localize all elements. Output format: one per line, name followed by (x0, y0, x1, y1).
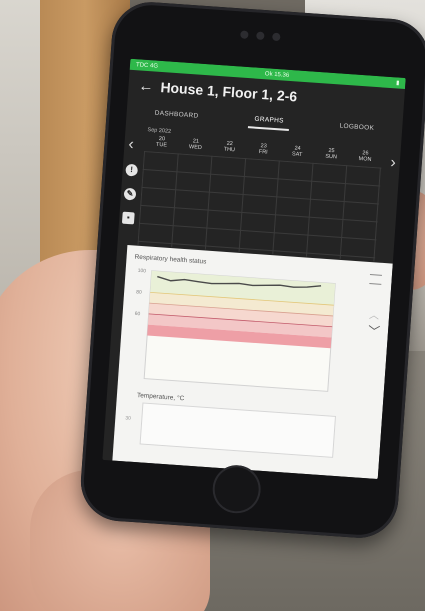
day-column[interactable]: 24 SAT (280, 144, 315, 158)
clock-label: Ok 15.36 (264, 70, 290, 79)
month-label: Sep 2022 (147, 127, 172, 135)
chevron-up-icon[interactable]: ︿ (369, 306, 380, 322)
pencil-icon[interactable]: ✎ (123, 187, 137, 201)
phone-screen: TDC 4G Ok 15.36 ▮ ← House 1, Floor 1, 2-… (102, 58, 406, 480)
respiratory-chart: 100 80 60 (134, 268, 336, 392)
chevron-right-icon[interactable]: › (390, 154, 397, 172)
calendar-week: ‹ › Sep 2022 20 TUE 21 WED 22 THU 23 FRI 24 S… (118, 124, 402, 263)
temperature-tick: 30 (125, 415, 132, 422)
home-button[interactable] (211, 463, 263, 515)
day-column[interactable]: 25 SUN (314, 147, 349, 161)
day-column[interactable]: 20 TUE (144, 135, 179, 149)
y-tick-label: 100 (137, 268, 146, 275)
carrier-label: TDC 4G (135, 61, 159, 70)
page-title: House 1, Floor 1, 2-6 (159, 78, 298, 105)
checkbox-icon[interactable]: ▪ (121, 211, 135, 225)
filter-icon[interactable] (369, 274, 382, 285)
day-column[interactable]: 22 THU (212, 140, 247, 154)
y-tick-label: 60 (134, 311, 140, 317)
smartphone: TDC 4G Ok 15.36 ▮ ← House 1, Floor 1, 2-… (78, 0, 425, 541)
tab-graphs[interactable]: GRAPHS (247, 110, 291, 131)
day-column[interactable]: 21 WED (178, 137, 213, 151)
graph-panel: Respiratory health status ︿ ﹀ 100 80 60 Te… (112, 245, 393, 480)
chart-title: Respiratory health status (134, 253, 207, 266)
chevron-down-icon[interactable]: ﹀ (367, 322, 381, 340)
battery-icon: ▮ (395, 80, 400, 87)
temperature-chart (139, 402, 337, 458)
side-toolbar: ! ✎ ▪ (121, 163, 139, 225)
calendar-grid[interactable] (137, 150, 382, 262)
day-column[interactable]: 26 MON (348, 149, 383, 163)
y-tick-label: 80 (136, 289, 142, 295)
chevron-left-icon[interactable]: ‹ (128, 136, 135, 154)
tab-dashboard[interactable]: DASHBOARD (148, 105, 205, 124)
arrow-left-icon[interactable]: ← (138, 77, 161, 95)
tab-logbook[interactable]: LOGBOOK (333, 118, 381, 136)
temperature-title: Temperature, °C (136, 392, 185, 403)
phone-speaker (230, 30, 290, 42)
day-column[interactable]: 23 FRI (246, 142, 281, 156)
info-icon[interactable]: ! (125, 163, 139, 177)
